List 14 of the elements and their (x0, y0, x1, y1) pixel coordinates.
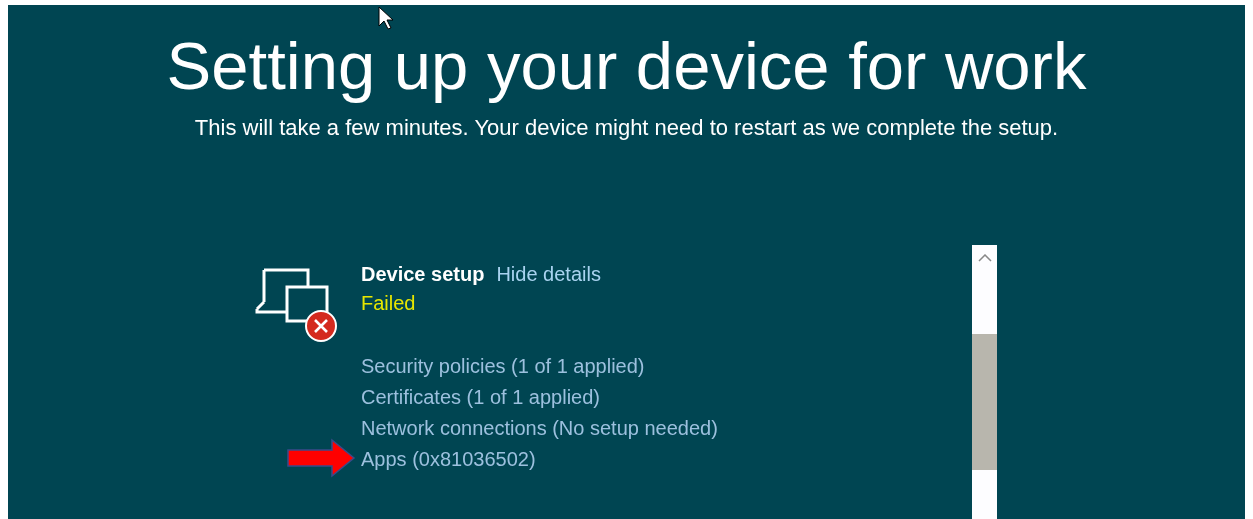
status-text: Failed (361, 292, 417, 315)
detail-item: Network connections (No setup needed) (361, 417, 718, 439)
detail-item: Apps (0x81036502) (361, 448, 536, 470)
scrollbar[interactable] (972, 245, 997, 519)
section-heading: Device setup (361, 263, 485, 286)
cursor-icon (378, 6, 394, 30)
scroll-thumb[interactable] (972, 334, 997, 470)
hide-details-link[interactable]: Hide details (496, 263, 601, 286)
devices-error-icon (255, 267, 339, 343)
detail-item: Certificates (1 of 1 applied) (361, 386, 600, 408)
page-subtitle: This will take a few minutes. Your device might need to restart as we complete the setup. (193, 115, 1060, 141)
scroll-up-icon[interactable] (977, 254, 992, 262)
page-title: Setting up your device for work (166, 31, 1087, 101)
detail-item: Security policies (1 of 1 applied) (361, 355, 645, 377)
